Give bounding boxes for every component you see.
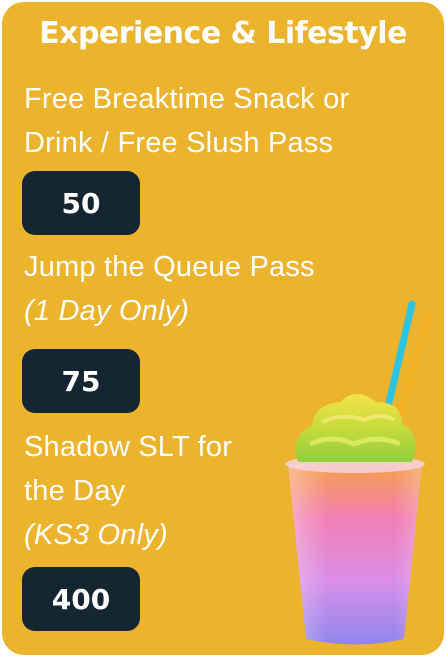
reward-item-shadow-slt: Shadow SLT for the Day (KS3 Only) [24, 425, 274, 557]
card-title: Experience & Lifestyle [39, 16, 407, 51]
price-badge-snack-pass: 50 [22, 171, 140, 235]
reward-card: Experience & Lifestyle Free Breaktime Sn… [2, 2, 444, 655]
reward-item-label: Shadow SLT for the Day [24, 431, 233, 507]
reward-item-label: Free Breaktime Snack or Drink / Free Slu… [24, 83, 350, 159]
price-badge-shadow-slt: 400 [22, 567, 140, 631]
reward-item-label: Jump the Queue Pass [24, 251, 315, 283]
price-badge-queue-pass: 75 [22, 349, 140, 413]
slushie-drink-icon [285, 300, 433, 645]
reward-item-note: (KS3 Only) [24, 519, 168, 551]
reward-item-snack-pass: Free Breaktime Snack or Drink / Free Slu… [24, 77, 424, 165]
